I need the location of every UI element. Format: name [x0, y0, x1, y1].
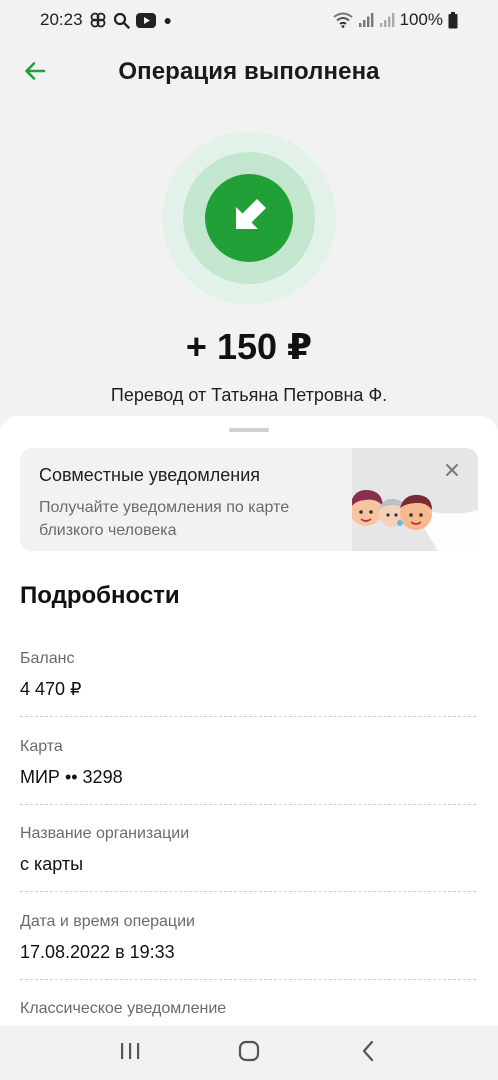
pinwheel-icon [89, 11, 107, 29]
youtube-icon [135, 12, 156, 28]
transfer-amount: + 150 ₽ [185, 326, 313, 367]
divider [20, 979, 476, 980]
divider [20, 716, 476, 717]
joint-notifications-banner[interactable]: Совместные уведомления Получайте уведомл… [20, 448, 478, 551]
transfer-description: Перевод от Татьяна Петровна Ф. [110, 385, 388, 405]
details-sheet[interactable]: Совместные уведомления Получайте уведомл… [0, 416, 498, 1026]
wifi-icon [332, 12, 353, 28]
detail-value: 17.08.2022 в 19:33 [20, 942, 175, 962]
detail-value: МИР •• 3298 [20, 767, 123, 787]
detail-organization: Название организации с карты [20, 825, 476, 913]
detail-value: с карты [20, 854, 84, 874]
details-heading: Подробности [20, 582, 180, 609]
status-right: 100% [332, 10, 458, 30]
system-nav-bar [0, 1026, 498, 1080]
detail-label: Баланс [20, 650, 75, 667]
header: Операция выполнена [0, 48, 498, 96]
detail-notification-type-label: Классическое уведомление [20, 1000, 227, 1017]
notification-dot-icon: ● [163, 12, 173, 28]
page-title: Операция выполнена [118, 58, 380, 85]
detail-balance: Баланс 4 470 ₽ [20, 650, 476, 738]
detail-card: Карта МИР •• 3298 [20, 738, 476, 826]
detail-label: Карта [20, 738, 63, 755]
banner-title: Совместные уведомления [39, 465, 261, 485]
banner-subtitle: Получайте уведомления по карте близкого … [39, 499, 290, 539]
battery-icon [448, 11, 458, 29]
signal-icon [379, 12, 395, 28]
detail-label: Название организации [20, 825, 190, 842]
home-button[interactable] [229, 1033, 269, 1073]
system-back-button[interactable] [348, 1033, 388, 1073]
search-icon [113, 12, 130, 29]
status-time: 20:23 [40, 10, 83, 29]
detail-label: Дата и время операции [20, 913, 195, 930]
home-icon [238, 1040, 260, 1067]
sheet-drag-handle[interactable] [229, 428, 269, 432]
recent-apps-button[interactable] [110, 1033, 150, 1073]
signal-icon [358, 12, 374, 28]
detail-datetime: Дата и время операции 17.08.2022 в 19:33 [20, 913, 476, 1001]
status-bar: 20:23 ● 100% [0, 0, 498, 40]
banner-close-button[interactable] [440, 460, 464, 484]
close-icon [445, 463, 459, 482]
battery-percent: 100% [399, 10, 443, 29]
transfer-status-badge [205, 174, 293, 262]
status-left: 20:23 ● [40, 10, 172, 30]
recent-apps-icon [119, 1041, 141, 1066]
incoming-arrow-icon [226, 193, 272, 244]
back-icon [361, 1040, 375, 1067]
divider [20, 804, 476, 805]
divider [20, 891, 476, 892]
detail-value: 4 470 ₽ [20, 679, 82, 699]
